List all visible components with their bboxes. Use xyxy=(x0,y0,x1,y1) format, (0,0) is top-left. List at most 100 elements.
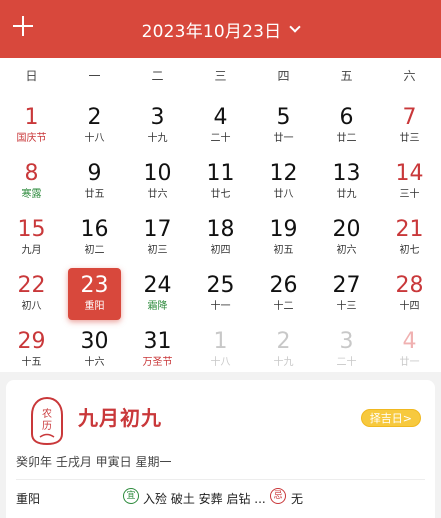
day-number: 22 xyxy=(17,273,46,298)
day-cell[interactable]: 29 十五 xyxy=(0,322,63,378)
day-cell[interactable]: 24 霜降 xyxy=(126,266,189,322)
lunar-label: 廿一 xyxy=(273,133,294,144)
day-cell[interactable]: 4 廿一 xyxy=(378,322,441,378)
seal-char-1: 农 xyxy=(42,407,52,420)
lunar-label: 二十 xyxy=(210,133,231,144)
calendar: 日 一 二 三 四 五 六 1 国庆节 2 十八 3 十九 4 二十 5 廿一 6 廿二 7 廿三 8 寒露 9 廿五 10 廿六… xyxy=(0,58,441,372)
day-number: 12 xyxy=(269,161,298,186)
day-cell[interactable]: 1 国庆节 xyxy=(0,98,63,154)
day-cell-selected[interactable]: 23 重阳 xyxy=(63,266,126,322)
lunar-label: 寒露 xyxy=(21,189,42,200)
day-cell[interactable]: 31 万圣节 xyxy=(126,322,189,378)
pick-auspicious-day-button[interactable]: 择吉日> xyxy=(360,409,421,427)
day-cell[interactable]: 3 十九 xyxy=(126,98,189,154)
lunar-label: 十八 xyxy=(84,133,105,144)
day-number: 18 xyxy=(206,217,235,242)
day-number: 10 xyxy=(143,161,172,186)
ganzhi-text: 癸卯年 壬戌月 甲寅日 星期一 xyxy=(16,455,172,469)
yi-activities[interactable]: 入殓 破土 安葬 启钻 ... xyxy=(143,490,266,507)
weekday-label: 四 xyxy=(277,69,290,83)
day-number: 23 xyxy=(80,273,109,298)
day-number: 20 xyxy=(332,217,361,242)
weekday-label: 日 xyxy=(25,69,38,83)
day-cell[interactable]: 13 廿九 xyxy=(315,154,378,210)
date-title: 2023年10月23日 xyxy=(141,21,282,42)
day-cell[interactable]: 19 初五 xyxy=(252,210,315,266)
lunar-seal-icon: 农 历 xyxy=(31,396,63,446)
lunar-label: 廿八 xyxy=(273,189,294,200)
lunar-label: 十二 xyxy=(273,301,294,312)
festival-name: 重阳 xyxy=(16,492,41,506)
day-cell[interactable]: 11 廿七 xyxy=(189,154,252,210)
day-cell[interactable]: 2 十九 xyxy=(252,322,315,378)
day-cell[interactable]: 10 廿六 xyxy=(126,154,189,210)
day-number: 19 xyxy=(269,217,298,242)
lunar-label: 十九 xyxy=(147,133,168,144)
day-cell[interactable]: 21 初七 xyxy=(378,210,441,266)
day-number: 8 xyxy=(24,161,39,186)
day-number: 25 xyxy=(206,273,235,298)
ji-activities[interactable]: 无 xyxy=(291,490,303,507)
day-number: 30 xyxy=(80,329,109,354)
day-number: 9 xyxy=(87,161,102,186)
day-cell[interactable]: 25 十一 xyxy=(189,266,252,322)
day-cell[interactable]: 5 廿一 xyxy=(252,98,315,154)
lunar-label: 初八 xyxy=(21,301,42,312)
day-cell[interactable]: 27 十三 xyxy=(315,266,378,322)
day-cell[interactable]: 3 二十 xyxy=(315,322,378,378)
day-cell[interactable]: 18 初四 xyxy=(189,210,252,266)
day-number: 26 xyxy=(269,273,298,298)
day-number: 2 xyxy=(87,105,102,130)
day-cell[interactable]: 16 初二 xyxy=(63,210,126,266)
day-number: 2 xyxy=(276,329,291,354)
day-detail-card: 农 历 九月初九 择吉日> 癸卯年 壬戌月 甲寅日 星期一 重阳 宜 入殓 破土… xyxy=(6,380,435,518)
lunar-label: 初四 xyxy=(210,245,231,256)
day-cell[interactable]: 6 廿二 xyxy=(315,98,378,154)
month-picker[interactable]: 2023年10月23日 xyxy=(0,16,441,42)
lunar-label: 三十 xyxy=(399,189,420,200)
day-cell[interactable]: 26 十二 xyxy=(252,266,315,322)
day-cell[interactable]: 20 初六 xyxy=(315,210,378,266)
day-cell[interactable]: 22 初八 xyxy=(0,266,63,322)
divider xyxy=(16,479,425,480)
lunar-label: 万圣节 xyxy=(142,357,173,368)
day-number: 1 xyxy=(24,105,39,130)
lunar-label: 初三 xyxy=(147,245,168,256)
lunar-label: 初五 xyxy=(273,245,294,256)
day-cell[interactable]: 4 二十 xyxy=(189,98,252,154)
day-cell[interactable]: 17 初三 xyxy=(126,210,189,266)
lunar-label: 廿二 xyxy=(336,133,357,144)
weekday-label: 六 xyxy=(403,69,416,83)
day-cell[interactable]: 1 十八 xyxy=(189,322,252,378)
day-number: 6 xyxy=(339,105,354,130)
day-cell[interactable]: 9 廿五 xyxy=(63,154,126,210)
day-cell[interactable]: 28 十四 xyxy=(378,266,441,322)
day-number: 28 xyxy=(395,273,424,298)
lunar-label: 十四 xyxy=(399,301,420,312)
day-cell[interactable]: 2 十八 xyxy=(63,98,126,154)
day-number: 15 xyxy=(17,217,46,242)
yi-icon: 宜 xyxy=(123,488,139,504)
weekday-label: 二 xyxy=(151,69,164,83)
calendar-grid: 1 国庆节 2 十八 3 十九 4 二十 5 廿一 6 廿二 7 廿三 8 寒露 9 廿五 10 廿六 11 廿七 12 廿八… xyxy=(0,98,441,378)
day-cell[interactable]: 30 十六 xyxy=(63,322,126,378)
lunar-label: 廿七 xyxy=(210,189,231,200)
day-cell[interactable]: 8 寒露 xyxy=(0,154,63,210)
day-number: 3 xyxy=(150,105,165,130)
lunar-label: 十八 xyxy=(210,357,231,368)
day-number: 27 xyxy=(332,273,361,298)
lunar-label: 十九 xyxy=(273,357,294,368)
day-number: 31 xyxy=(143,329,172,354)
day-cell[interactable]: 7 廿三 xyxy=(378,98,441,154)
day-number: 4 xyxy=(402,329,417,354)
day-number: 13 xyxy=(332,161,361,186)
weekday-label: 三 xyxy=(214,69,227,83)
day-cell[interactable]: 15 九月 xyxy=(0,210,63,266)
lunar-label: 廿九 xyxy=(336,189,357,200)
lunar-label: 十一 xyxy=(210,301,231,312)
day-cell[interactable]: 12 廿八 xyxy=(252,154,315,210)
day-cell[interactable]: 14 三十 xyxy=(378,154,441,210)
lunar-label: 廿三 xyxy=(399,133,420,144)
top-bar: 2023年10月23日 xyxy=(0,0,441,58)
lunar-label: 廿五 xyxy=(84,189,105,200)
